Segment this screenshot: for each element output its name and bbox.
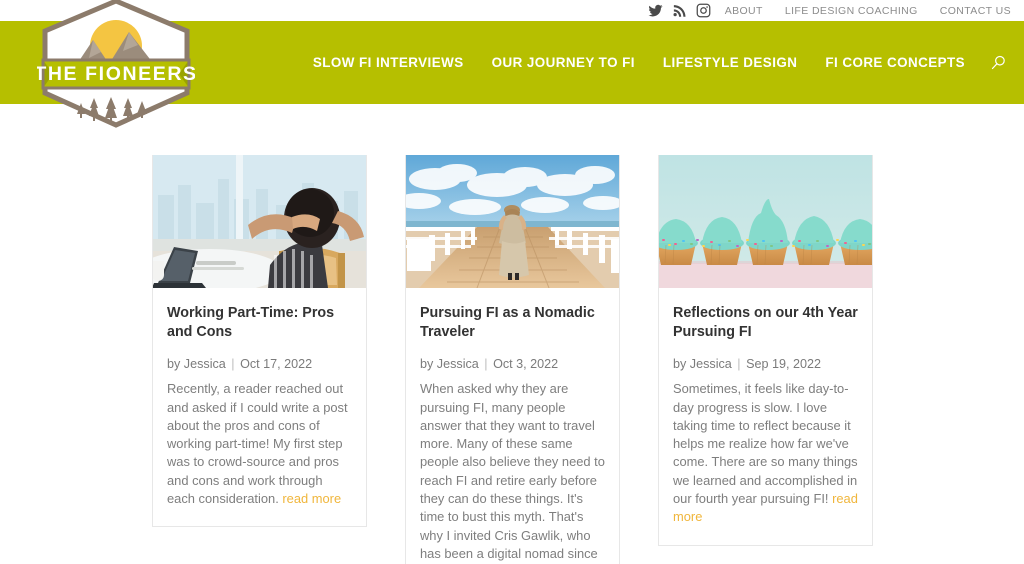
post-excerpt: When asked why they are pursuing FI, man… [420,380,605,564]
meta-separator: | [737,356,741,371]
post-card: Working Part-Time: Pros and Cons by Jess… [152,155,367,528]
post-card: Reflections on our 4th Year Pursuing FI … [658,155,873,546]
top-link-about[interactable]: ABOUT [725,5,763,17]
site-logo[interactable]: THE FIONEERS [37,0,195,128]
post-thumbnail-fourth-year-reflections[interactable] [659,155,872,288]
post-card: Pursuing FI as a Nomadic Traveler by Jes… [405,155,620,564]
instagram-icon[interactable] [696,3,711,18]
social-links [648,3,711,18]
post-thumbnail-working-part-time[interactable] [153,155,366,288]
search-icon[interactable] [985,50,1011,76]
post-card-body: Pursuing FI as a Nomadic Traveler by Jes… [406,288,619,564]
post-date: Oct 17, 2022 [240,356,313,371]
read-more-link[interactable]: read more [282,491,341,506]
post-title[interactable]: Reflections on our 4th Year Pursuing FI [673,304,858,343]
top-link-life-design-coaching[interactable]: LIFE DESIGN COACHING [785,5,918,17]
post-excerpt-text: Sometimes, it feels like day-to-day prog… [673,381,858,507]
top-nav-links: ABOUT LIFE DESIGN COACHING CONTACT US [725,5,1011,17]
post-card-body: Reflections on our 4th Year Pursuing FI … [659,288,872,545]
nav-item-fi-core-concepts[interactable]: FI CORE CONCEPTS [811,55,979,70]
post-thumbnail-nomadic-traveler[interactable] [406,155,619,288]
post-date: Sep 19, 2022 [746,356,822,371]
post-meta: by Jessica | Sep 19, 2022 [673,356,858,374]
post-meta: by Jessica | Oct 17, 2022 [167,356,352,374]
post-excerpt-text: Recently, a reader reached out and asked… [167,381,348,507]
post-grid: Working Part-Time: Pros and Cons by Jess… [152,155,874,564]
post-excerpt-text: When asked why they are pursuing FI, man… [420,381,605,562]
post-author[interactable]: by Jessica [673,357,732,371]
post-author[interactable]: by Jessica [420,357,479,371]
nav-item-slow-fi-interviews[interactable]: SLOW FI INTERVIEWS [299,55,478,70]
nav-item-our-journey-to-fi[interactable]: OUR JOURNEY TO FI [478,55,649,70]
post-author[interactable]: by Jessica [167,357,226,371]
main-navigation: SLOW FI INTERVIEWS OUR JOURNEY TO FI LIF… [299,21,1011,104]
page-root: ABOUT LIFE DESIGN COACHING CONTACT US SL… [0,0,1024,564]
logo-text: THE FIONEERS [37,63,195,85]
top-link-contact-us[interactable]: CONTACT US [940,5,1011,17]
post-excerpt: Sometimes, it feels like day-to-day prog… [673,380,858,527]
post-meta: by Jessica | Oct 3, 2022 [420,356,605,374]
meta-separator: | [231,356,235,371]
post-title[interactable]: Pursuing FI as a Nomadic Traveler [420,304,605,343]
nav-item-lifestyle-design[interactable]: LIFESTYLE DESIGN [649,55,811,70]
post-excerpt: Recently, a reader reached out and asked… [167,380,352,508]
twitter-icon[interactable] [648,3,663,18]
rss-icon[interactable] [672,3,687,18]
meta-separator: | [484,356,488,371]
post-card-body: Working Part-Time: Pros and Cons by Jess… [153,288,366,526]
post-title[interactable]: Working Part-Time: Pros and Cons [167,304,352,343]
post-date: Oct 3, 2022 [493,356,559,371]
